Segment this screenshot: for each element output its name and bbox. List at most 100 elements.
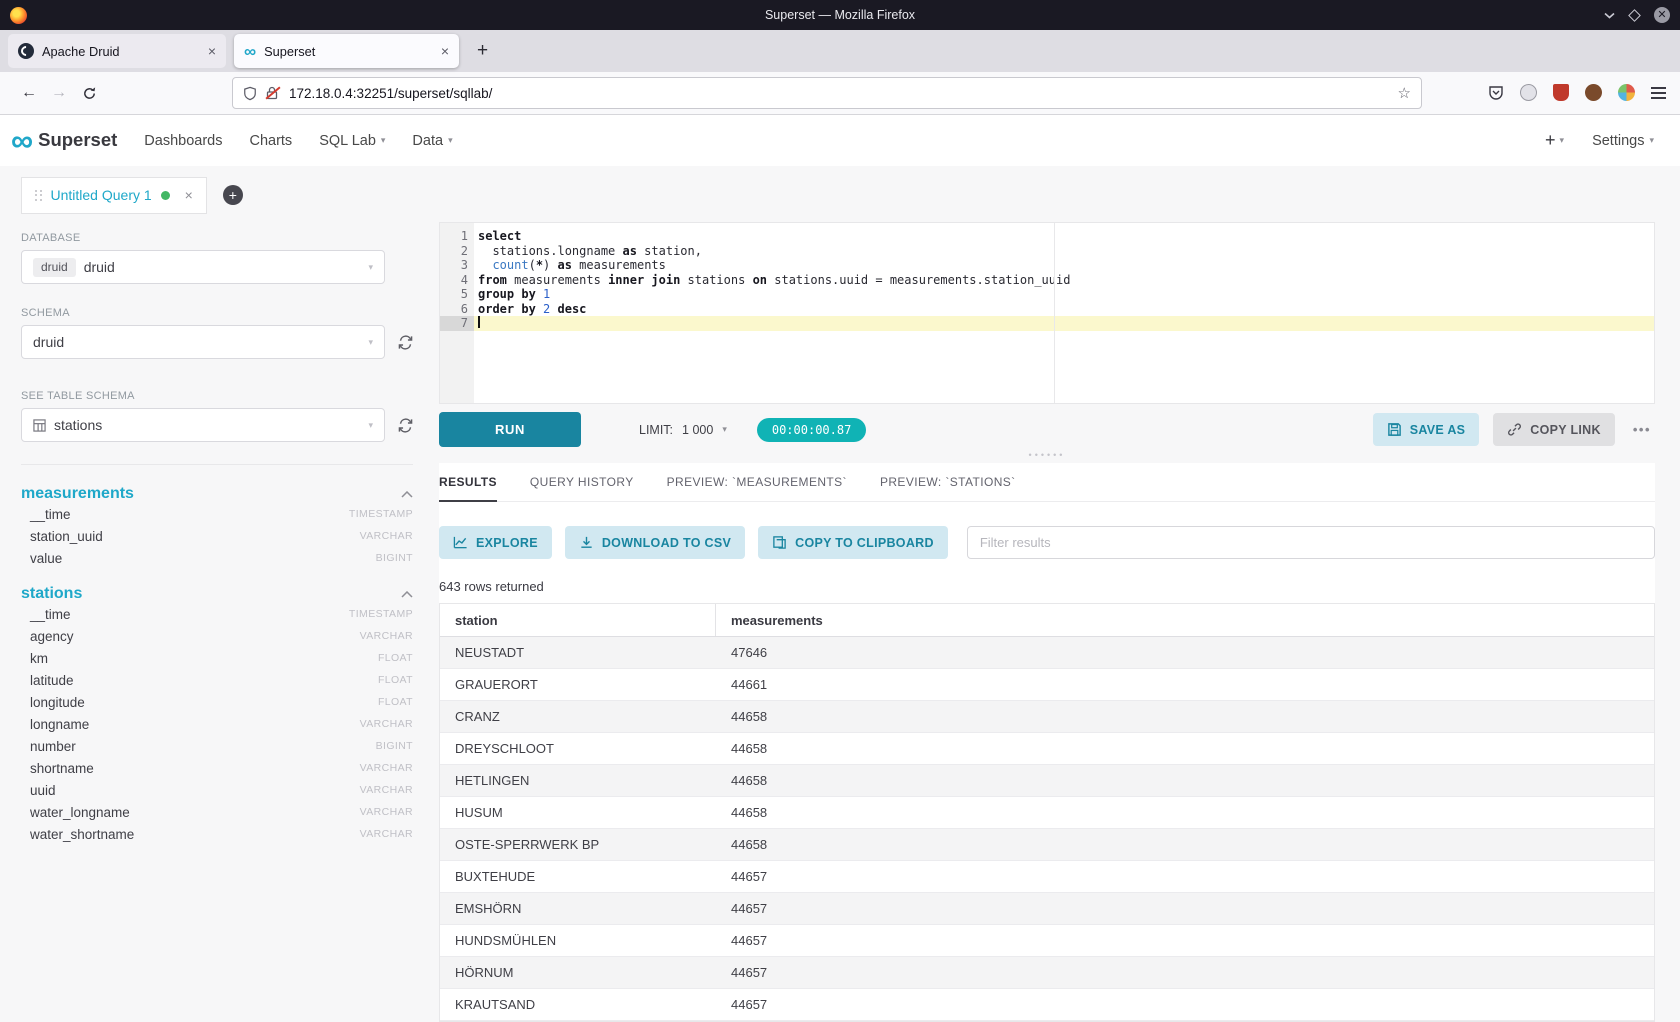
drag-handle-icon[interactable] [35,190,42,201]
window-minimize-icon[interactable] [1604,12,1615,19]
browser-tab-apache-druid[interactable]: Apache Druid × [8,34,226,68]
chart-icon [453,535,468,550]
copy-clipboard-button[interactable]: COPY TO CLIPBOARD [758,526,948,559]
copy-link-button[interactable]: COPY LINK [1493,413,1615,446]
query-tab-label: Untitled Query 1 [51,187,152,203]
refresh-table-icon[interactable] [397,417,414,434]
url-field[interactable]: 172.18.0.4:32251/superset/sqllab/ ☆ [232,77,1422,109]
back-icon[interactable]: ← [14,78,44,108]
cell-station: NEUSTADT [440,645,716,660]
firefox-icon [10,7,27,24]
download-csv-button[interactable]: DOWNLOAD TO CSV [565,526,745,559]
chevron-down-icon: ▾ [722,424,727,435]
superset-favicon-icon: ∞ [244,43,256,60]
new-query-tab-button[interactable]: + [223,185,243,205]
browser-tab-superset[interactable]: ∞ Superset × [234,34,459,68]
table-row: DREYSCHLOOT 44658 [440,733,1654,765]
table-section-stations[interactable]: stations [21,585,413,603]
editor-code[interactable]: select stations.longname as station, cou… [474,223,1654,403]
forward-icon[interactable]: → [44,78,74,108]
cell-measurements: 44661 [716,677,767,692]
cell-station: CRANZ [440,709,716,724]
tab-close-icon[interactable]: × [441,44,449,58]
nav-dashboards[interactable]: Dashboards [144,133,222,149]
window-close-icon[interactable]: ✕ [1654,7,1670,23]
reload-icon[interactable] [74,78,104,108]
tab-close-icon[interactable]: × [208,44,216,58]
cell-station: EMSHÖRN [440,901,716,916]
column-header-station[interactable]: station [440,604,716,636]
tab-preview-measurements[interactable]: PREVIEW: `MEASUREMENTS` [667,475,847,501]
tracking-shield-icon[interactable] [243,86,257,101]
new-item-button[interactable]: +▾ [1545,130,1564,151]
schema-select[interactable]: druid ▾ [21,325,385,359]
query-tab-close-icon[interactable]: × [185,187,193,203]
table-row: EMSHÖRN 44657 [440,893,1654,925]
table-section-measurements[interactable]: measurements [21,485,413,503]
chevron-up-icon[interactable] [401,491,413,498]
cell-measurements: 44657 [716,901,767,916]
window-maximize-icon[interactable] [1630,11,1639,20]
cell-measurements: 44657 [716,997,767,1012]
database-select[interactable]: druid druid ▾ [21,250,385,284]
account-icon[interactable] [1520,84,1537,101]
limit-label: LIMIT: [639,423,673,437]
table-select[interactable]: stations ▾ [21,408,385,442]
column-list-measurements: __time TIMESTAMP station_uuid VARCHAR va… [21,503,413,569]
new-tab-button[interactable]: + [467,40,498,62]
chevron-up-icon[interactable] [401,591,413,598]
column-row: station_uuid VARCHAR [21,525,413,547]
query-status-dot [161,191,170,200]
nav-data[interactable]: Data▾ [412,133,452,149]
table-name: measurements [21,485,134,503]
cell-measurements: 44658 [716,773,767,788]
column-row: km FLOAT [21,647,413,669]
column-header-measurements[interactable]: measurements [716,613,823,628]
table-icon [33,419,46,432]
settings-menu[interactable]: Settings▾ [1592,133,1654,149]
column-row: longitude FLOAT [21,691,413,713]
rows-returned-text: 643 rows returned [439,579,1655,594]
table-row: HUNDSMÜHLEN 44657 [440,925,1654,957]
query-tab[interactable]: Untitled Query 1 × [21,177,207,214]
tab-results[interactable]: RESULTS [439,475,497,502]
tab-preview-stations[interactable]: PREVIEW: `STATIONS` [880,475,1016,501]
extension-icon[interactable] [1618,84,1635,101]
pocket-icon[interactable] [1488,85,1504,101]
filter-results-input[interactable] [967,526,1655,559]
superset-logo-icon: ∞ [11,127,33,155]
sql-editor[interactable]: 1234567 select stations.longname as stat… [439,222,1655,404]
insecure-lock-icon[interactable] [266,86,280,101]
print-margin-line [1054,223,1055,403]
explore-button[interactable]: EXPLORE [439,526,552,559]
refresh-schema-icon[interactable] [397,334,414,351]
table-row: OSTE-SPERRWERK BP 44658 [440,829,1654,861]
limit-dropdown[interactable]: LIMIT: 1 000 ▾ [639,423,727,437]
column-row: shortname VARCHAR [21,757,413,779]
column-row: water_longname VARCHAR [21,801,413,823]
nav-sql-lab[interactable]: SQL Lab▾ [319,133,385,149]
run-button[interactable]: RUN [439,412,581,447]
pane-resize-handle[interactable]: •••••• [439,447,1655,463]
column-row: __time TIMESTAMP [21,503,413,525]
nav-charts[interactable]: Charts [249,133,292,149]
save-as-button[interactable]: SAVE AS [1373,413,1480,446]
run-toolbar: RUN LIMIT: 1 000 ▾ 00:00:00.87 SAVE AS [439,412,1655,447]
superset-header: ∞ Superset Dashboards Charts SQL Lab▾ Da… [0,115,1680,166]
cell-measurements: 44657 [716,965,767,980]
cell-station: KRAUTSAND [440,997,716,1012]
ublock-icon[interactable] [1553,84,1569,101]
cell-measurements: 44657 [716,869,767,884]
more-options-button[interactable]: ••• [1629,422,1655,437]
superset-logo[interactable]: ∞ Superset [11,127,117,155]
results-pane: RESULTS QUERY HISTORY PREVIEW: `MEASUREM… [439,463,1655,1022]
cell-station: HÖRNUM [440,965,716,980]
chevron-down-icon: ▾ [368,262,373,273]
bookmark-star-icon[interactable]: ☆ [1398,84,1411,102]
menu-icon[interactable] [1651,84,1666,101]
privacy-badger-icon[interactable] [1585,84,1602,101]
query-timer-badge: 00:00:00.87 [757,418,866,442]
chevron-down-icon: ▾ [381,135,386,146]
column-row: number BIGINT [21,735,413,757]
tab-query-history[interactable]: QUERY HISTORY [530,475,634,501]
